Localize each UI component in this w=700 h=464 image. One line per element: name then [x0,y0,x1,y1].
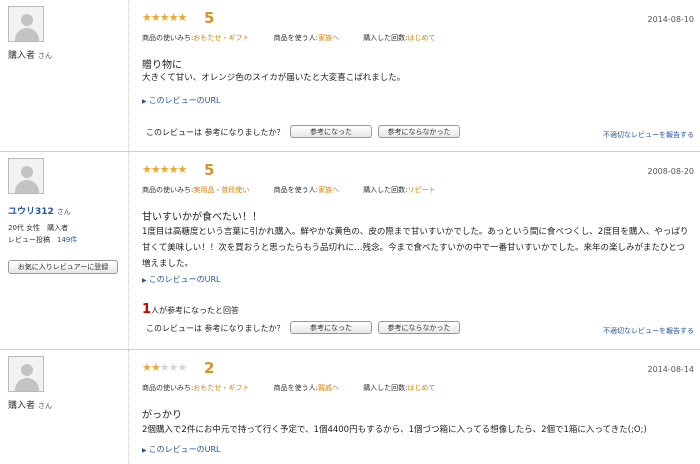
helpful-no-button[interactable]: 参考にならなかった [378,125,460,138]
review-url-link[interactable]: ▶ このレビューのURL [142,95,221,106]
helpful-no-button[interactable]: 参考にならなかった [378,321,460,334]
helpful-question: このレビューは 参考になりましたか？ [146,324,285,333]
rating-stars: ★★★★★ [142,163,187,176]
review-title: 贈り物に [142,60,182,71]
favorite-reviewer-button[interactable]: お気に入りレビュアーに登録 [8,260,118,274]
reviewer-demographics: 20代 女性 購入者 [8,224,69,232]
review-card: ユウリ312 さん 20代 女性 購入者 レビュー投稿 149件 お気に入りレビュ… [0,152,700,350]
reviewer-name: 購入者 さん [8,51,53,61]
review-attributes: 商品の使いみち:おもたせ・ギフト 商品を使う人:家族へ 購入した回数:はじめて [142,34,436,42]
honorific: さん [38,52,53,60]
rating-score: 5 [204,9,215,27]
review-attributes: 商品の使いみち:おもたせ・ギフト 商品を使う人:親戚へ 購入した回数:はじめて [142,384,436,392]
rating-stars: ★★★★★ [142,361,187,374]
review-date: 2014-08-14 [647,365,695,374]
review-attributes: 商品の使いみち:実用品・普段使い 商品を使う人:家族へ 購入した回数:リピート [142,186,436,194]
review-date: 2008-08-20 [647,167,695,176]
triangle-right-icon: ▶ [142,277,147,284]
review-body: 1度目は高糖度という言葉に引かれ購入。鮮やかな黄色の、皮の際まで甘いすいかでした… [142,227,689,269]
review-url-link[interactable]: ▶ このレビューのURL [142,444,221,455]
honorific: さん [56,208,71,216]
triangle-right-icon: ▶ [142,98,147,105]
honorific: さん [38,402,53,410]
reviewer-meta: 20代 女性 購入者 レビュー投稿 149件 [8,222,77,246]
review-title: がっかり [142,410,182,421]
review-body: 大きくて甘い、オレンジ色のスイカが届いたと大変喜こばれました。 [142,73,406,83]
helpful-yes-button[interactable]: 参考になった [290,321,372,334]
rating-stars: ★★★★★ [142,11,187,24]
reviewer-name[interactable]: ユウリ312 さん [8,204,71,217]
column-divider [128,350,129,464]
review-count-link[interactable]: 149件 [57,236,77,244]
rating-score: 2 [204,359,215,377]
review-url-link[interactable]: ▶ このレビューのURL [142,274,221,285]
avatar [8,356,44,392]
reviewer-review-count: レビュー投稿 149件 [8,236,78,244]
column-divider [128,152,129,349]
reviewer-name: 購入者 さん [8,401,53,411]
report-link[interactable]: 不適切なレビューを報告する [603,326,694,336]
review-card: 購入者 さん ★★★★★ 2 2014-08-14 商品の使いみち:おもたせ・ギフ… [0,350,700,464]
report-link[interactable]: 不適切なレビューを報告する [603,130,694,140]
rating-score: 5 [204,161,215,179]
review-body: 2個購入で2件にお中元で持って行く予定で、1個4400円もするから、1個づつ箱に… [142,425,647,435]
triangle-right-icon: ▶ [142,447,147,454]
review-date: 2014-08-10 [647,15,695,24]
column-divider [128,0,129,151]
avatar [8,6,44,42]
helpful-yes-button[interactable]: 参考になった [290,125,372,138]
review-title: 甘いすいかが食べたい！！ [142,212,262,223]
avatar [8,158,44,194]
review-card: 購入者 さん ★★★★★ 5 2014-08-10 商品の使いみち:おもたせ・ギフ… [0,0,700,152]
helpful-summary: 1人が参考になったと回答 [142,302,240,317]
helpful-question: このレビューは 参考になりましたか？ [146,128,285,137]
